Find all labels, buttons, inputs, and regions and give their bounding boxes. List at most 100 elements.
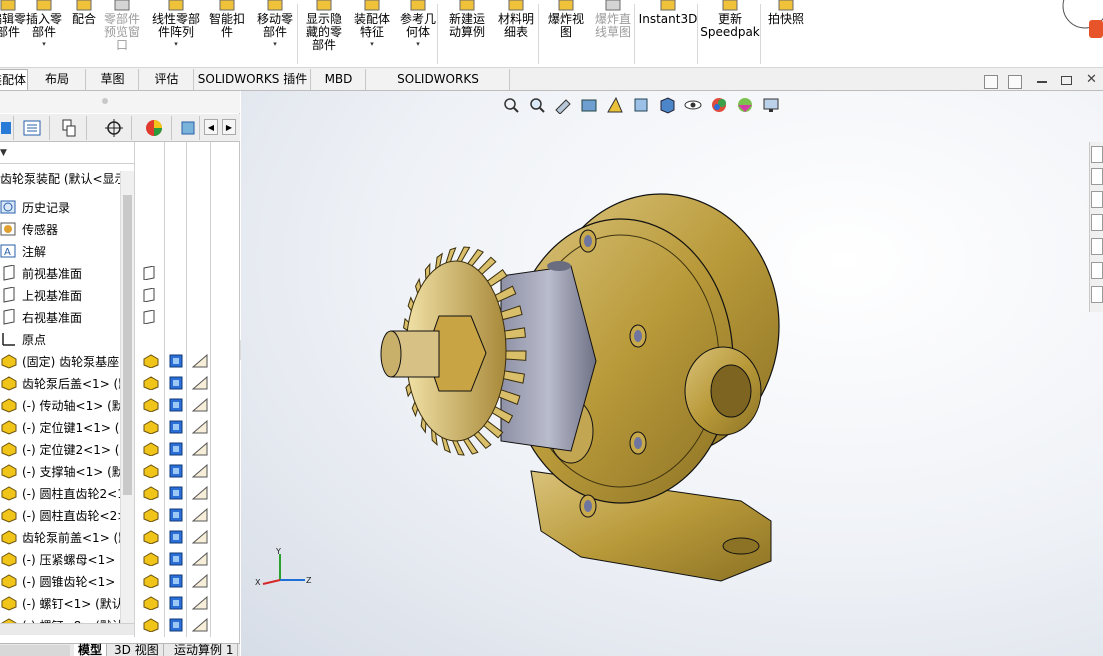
plane-icon bbox=[0, 264, 20, 281]
property-manager-tab[interactable] bbox=[14, 116, 50, 140]
tree-item[interactable]: (-) 定位键1<1> (默 bbox=[0, 416, 134, 438]
tab-2[interactable]: 草图 bbox=[87, 69, 139, 90]
bottom-tab-1[interactable]: 3D 视图 bbox=[110, 644, 164, 656]
part-state-icon bbox=[142, 442, 160, 457]
ribbon-button-4[interactable]: 线性零部 件阵列 ▾ bbox=[146, 0, 206, 66]
apply-scene-icon[interactable] bbox=[734, 95, 756, 115]
ribbon-button-12[interactable]: 爆炸视 图 bbox=[543, 0, 589, 66]
tree-columns bbox=[134, 142, 240, 637]
dimxpert-manager-tab[interactable] bbox=[96, 116, 132, 140]
section-view-icon[interactable] bbox=[578, 95, 600, 115]
cam-tab[interactable] bbox=[176, 116, 200, 140]
zoom-to-fit-icon[interactable] bbox=[500, 95, 522, 115]
tree-item[interactable]: 齿轮泵后盖<1> (默 bbox=[0, 372, 134, 394]
tree-item[interactable]: (-) 螺钉<1> (默认 bbox=[0, 592, 134, 614]
bottom-tab-0[interactable]: 模型 bbox=[74, 644, 108, 656]
ribbon-button-15[interactable]: 更新 Speedpak bbox=[700, 0, 760, 66]
tree-item[interactable]: 齿轮泵前盖<1> (默 bbox=[0, 526, 134, 548]
restore-icon[interactable] bbox=[1061, 76, 1072, 85]
tree-item[interactable]: (-) 传动轴<1> (默认 bbox=[0, 394, 134, 416]
snapshot-icon bbox=[777, 0, 795, 12]
display-style-icon[interactable] bbox=[656, 95, 678, 115]
ribbon-button-9[interactable]: 参考几 何体 ▾ bbox=[395, 0, 441, 66]
tree-item[interactable]: (固定) 齿轮泵基座 bbox=[0, 350, 134, 372]
ribbon-button-13[interactable]: 爆炸直 线草图 bbox=[588, 0, 638, 66]
hide-show-items-icon[interactable] bbox=[682, 95, 704, 115]
tab-0[interactable]: 装配体 bbox=[0, 69, 28, 90]
gear-pump-model[interactable] bbox=[241, 91, 1103, 656]
tree-item[interactable]: 传感器 bbox=[0, 218, 134, 240]
graphics-viewport[interactable]: Y X Z bbox=[241, 91, 1103, 656]
tree-item[interactable]: 右视基准面 bbox=[0, 306, 134, 328]
display-manager-tab[interactable] bbox=[136, 116, 172, 140]
ribbon-button-7[interactable]: 显示隐 藏的零 部件 bbox=[301, 0, 347, 66]
tree-item[interactable]: (-) 圆柱直齿轮2<1> bbox=[0, 482, 134, 504]
forum-icon[interactable] bbox=[1091, 286, 1103, 303]
solidworks-resources-icon[interactable] bbox=[1091, 146, 1103, 163]
chevron-down-icon[interactable]: ▾ bbox=[416, 40, 420, 48]
tree-item[interactable]: (-) 支撑轴<1> (默认 bbox=[0, 460, 134, 482]
previous-view-tool-icon[interactable] bbox=[552, 95, 574, 115]
ribbon-button-10[interactable]: 新建运 动算例 bbox=[442, 0, 492, 66]
view-orientation-icon[interactable] bbox=[630, 95, 652, 115]
tree-item[interactable]: 原点 bbox=[0, 328, 134, 350]
view-palette-icon[interactable] bbox=[1091, 214, 1103, 231]
appearances-icon[interactable] bbox=[1091, 238, 1103, 255]
ribbon-button-11[interactable]: 材料明 细表 bbox=[493, 0, 539, 66]
tab-1[interactable]: 布局 bbox=[29, 69, 86, 90]
tree-item[interactable]: 历史记录 bbox=[0, 196, 134, 218]
tree-item[interactable]: (-) 压紧螺母<1> ( bbox=[0, 548, 134, 570]
tree-item[interactable]: (-) 定位键2<1> (默 bbox=[0, 438, 134, 460]
tree-horizontal-scrollbar[interactable] bbox=[0, 623, 134, 635]
ribbon-button-6[interactable]: 移动零 部件 ▾ bbox=[250, 0, 300, 66]
material-state-icon bbox=[191, 617, 208, 632]
display-state-icon bbox=[169, 354, 183, 368]
ribbon-button-8[interactable]: 装配体 特征 ▾ bbox=[349, 0, 395, 66]
tree-item[interactable]: (-) 圆锥齿轮<1> ( bbox=[0, 570, 134, 592]
scrollbar-thumb[interactable] bbox=[123, 195, 132, 495]
panel-grip-icon[interactable] bbox=[102, 98, 108, 104]
tree-item[interactable]: 前视基准面 bbox=[0, 262, 134, 284]
ribbon-button-3[interactable]: 零部件 预览窗 口 bbox=[100, 0, 144, 66]
configuration-manager-tab[interactable] bbox=[51, 116, 87, 140]
tabs-scroll-left-icon[interactable]: ◀ bbox=[204, 119, 218, 135]
chevron-down-icon[interactable]: ▾ bbox=[42, 40, 46, 48]
tree-item[interactable]: 上视基准面 bbox=[0, 284, 134, 306]
tab-6[interactable]: SOLIDWORKS Inspection bbox=[367, 69, 510, 106]
display-state-icon bbox=[169, 398, 183, 412]
design-library-icon[interactable] bbox=[1091, 168, 1103, 185]
input-method-icon[interactable] bbox=[1055, 0, 1103, 44]
zoom-to-area-icon[interactable] bbox=[526, 95, 548, 115]
ribbon-button-1[interactable]: 插入零 部件 ▾ bbox=[24, 0, 64, 66]
tree-item[interactable]: A 注解 bbox=[0, 240, 134, 262]
tree-vertical-scrollbar[interactable] bbox=[120, 171, 134, 631]
annotation-icon: A bbox=[0, 243, 20, 259]
bottom-tab-2[interactable]: 运动算例 1 bbox=[170, 644, 239, 656]
previous-view-icon[interactable] bbox=[984, 75, 998, 89]
ribbon-button-14[interactable]: Instant3D bbox=[638, 0, 698, 66]
tab-3[interactable]: 评估 bbox=[140, 69, 194, 90]
chevron-down-icon[interactable]: ▾ bbox=[370, 40, 374, 48]
ribbon-button-2[interactable]: 配合 bbox=[66, 0, 102, 66]
chevron-down-icon[interactable]: ▾ bbox=[174, 40, 178, 48]
tab-5[interactable]: MBD bbox=[312, 69, 366, 90]
tabs-scroll-right-icon[interactable]: ▶ bbox=[222, 119, 236, 135]
tree-filter[interactable]: ▼ bbox=[0, 142, 134, 164]
feature-manager-tab[interactable] bbox=[0, 116, 14, 140]
tab-4[interactable]: SOLIDWORKS 插件 bbox=[195, 69, 311, 90]
file-explorer-icon[interactable] bbox=[1091, 191, 1103, 208]
ribbon-button-5[interactable]: 智能扣 件 bbox=[204, 0, 250, 66]
dynamic-annotation-icon[interactable] bbox=[604, 95, 626, 115]
ribbon-button-16[interactable]: 拍快照 bbox=[764, 0, 808, 66]
view-settings-icon[interactable] bbox=[760, 95, 782, 115]
edit-appearance-icon[interactable] bbox=[708, 95, 730, 115]
custom-properties-icon[interactable] bbox=[1091, 262, 1103, 279]
ribbon-separator bbox=[297, 4, 298, 64]
filter-icon[interactable]: ▼ bbox=[0, 148, 7, 158]
next-view-icon[interactable] bbox=[1008, 75, 1022, 89]
tab-scroll-buttons[interactable] bbox=[0, 645, 70, 656]
minimize-icon[interactable] bbox=[1037, 81, 1047, 83]
tree-item[interactable]: (-) 圆柱直齿轮<2> bbox=[0, 504, 134, 526]
chevron-down-icon[interactable]: ▾ bbox=[273, 40, 277, 48]
close-icon[interactable]: ✕ bbox=[1086, 72, 1097, 87]
